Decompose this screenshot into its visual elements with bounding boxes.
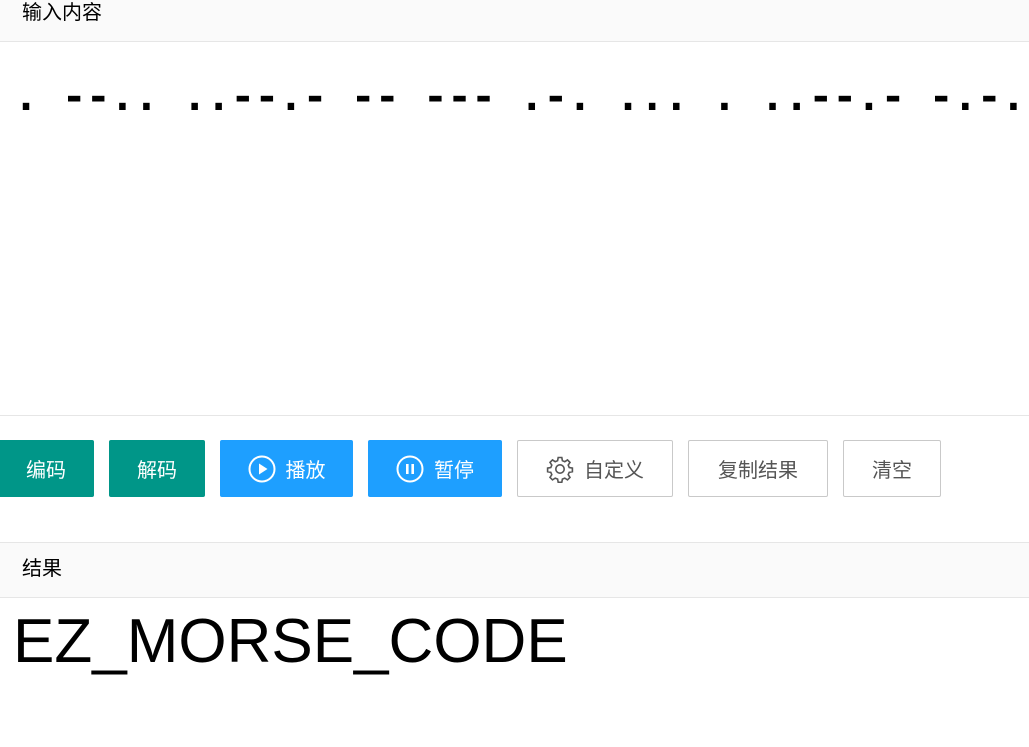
decode-button-label: 解码 [137,460,177,482]
custom-button-label: 自定义 [584,460,644,482]
clear-button-label: 清空 [872,460,912,482]
clear-button[interactable]: 清空 [843,440,941,497]
result-header-label: 结果 [22,558,62,580]
custom-button[interactable]: 自定义 [517,440,673,497]
result-output: EZ_MORSE_CODE [13,607,568,676]
result-section-header: 结果 [0,542,1029,598]
encode-button-label: 编码 [26,460,66,482]
input-section-header: 输入内容 [0,0,1029,42]
pause-circle-icon [396,455,424,482]
pause-button[interactable]: 暂停 [368,440,502,497]
encode-button[interactable]: 编码 [0,440,94,497]
copy-result-button-label: 复制结果 [718,460,798,482]
copy-result-button[interactable]: 复制结果 [688,440,828,497]
input-header-label: 输入内容 [22,2,102,24]
decode-button[interactable]: 解码 [109,440,205,497]
play-button-label: 播放 [285,460,326,482]
morse-input-textarea[interactable]: . --.. ..--.- -- --- .-. ... . ..--.- -.… [0,42,1029,416]
pause-button-label: 暂停 [434,460,474,482]
play-circle-icon [248,455,275,482]
play-button[interactable]: 播放 [220,440,353,497]
gear-icon [546,456,574,483]
